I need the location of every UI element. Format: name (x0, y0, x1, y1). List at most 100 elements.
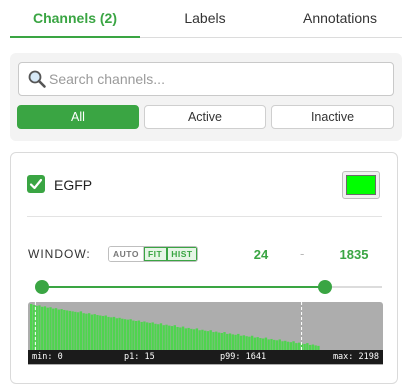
histogram-bar (195, 328, 199, 350)
histogram-bar (206, 331, 210, 350)
histogram-bar (140, 321, 143, 350)
histogram-bar (65, 310, 69, 350)
histogram-bar (60, 309, 63, 350)
histogram-bar (129, 319, 132, 350)
search-icon (27, 69, 47, 89)
histogram-bar (226, 333, 229, 350)
color-swatch (346, 175, 376, 195)
histogram-bar (306, 343, 309, 350)
histogram-bar (165, 324, 168, 350)
histogram-bar (170, 326, 174, 350)
histogram-bar (71, 311, 74, 350)
histogram-bar (68, 310, 72, 350)
filter-inactive-button[interactable]: Inactive (271, 105, 394, 129)
channel-visible-checkbox[interactable] (27, 175, 45, 193)
histogram-bar (112, 316, 116, 350)
hist-stat-min: min: 0 (32, 352, 63, 362)
histogram-bar (176, 327, 179, 350)
histogram-bar (278, 339, 281, 350)
histogram-bar (234, 334, 237, 350)
histogram-bar (159, 323, 163, 350)
tab-annotations[interactable]: Annotations (275, 0, 405, 38)
divider (27, 216, 382, 217)
histogram-bar (118, 317, 121, 350)
histogram-bar (46, 307, 49, 350)
histogram-bar (179, 327, 182, 350)
histogram-bar (134, 321, 138, 350)
histogram-bar (107, 316, 110, 350)
histogram-bar (220, 332, 223, 350)
channel-card: EGFP WINDOW: AUTO FIT HIST 24 - 1835 min… (10, 152, 398, 384)
filter-all-button[interactable]: All (17, 105, 139, 129)
histogram-bar (212, 332, 215, 350)
histogram-bar (137, 320, 141, 350)
histogram-bar (126, 319, 130, 350)
histogram-bar (239, 335, 243, 350)
window-slider-high-handle[interactable] (318, 280, 333, 294)
histogram-bar (267, 339, 270, 350)
histogram-bar (85, 313, 88, 350)
histogram-bar (253, 337, 257, 350)
histogram-bar (237, 333, 240, 350)
window-min-value[interactable]: 24 (236, 247, 286, 262)
histogram-bar (209, 330, 212, 350)
histogram-bar (181, 326, 185, 350)
histogram-bar (121, 318, 124, 350)
histogram-bar (143, 321, 146, 350)
channel-name: EGFP (54, 177, 93, 193)
mode-auto-button[interactable]: AUTO (109, 247, 144, 261)
histogram-bar (270, 338, 273, 350)
histogram-bar (63, 309, 66, 350)
histogram-bar (273, 339, 276, 350)
histogram-bar (96, 315, 99, 350)
histogram-bar (146, 322, 149, 350)
window-slider-low-handle[interactable] (34, 280, 49, 294)
hist-stat-max: max: 2198 (332, 352, 379, 362)
tab-channels[interactable]: Channels (2) (10, 0, 140, 38)
mode-hist-button[interactable]: HIST (167, 247, 197, 261)
search-input[interactable] (49, 63, 389, 95)
window-max-value[interactable]: 1835 (329, 247, 379, 262)
histogram-bar (250, 335, 254, 350)
histogram-bar (90, 314, 94, 350)
histogram-bar (41, 306, 44, 350)
histogram-bar (162, 325, 165, 350)
histogram-bar (49, 307, 52, 350)
window-slider-fill (41, 286, 326, 288)
histogram-bar (76, 312, 80, 350)
histogram-bar (101, 315, 105, 350)
histogram-bar (192, 329, 196, 350)
channel-color-picker[interactable] (342, 171, 380, 199)
hist-stat-p1: p1: 15 (124, 352, 155, 362)
histogram-bar (43, 306, 47, 350)
filter-active-button[interactable]: Active (144, 105, 266, 129)
histogram-bar (190, 328, 193, 350)
histogram-bar (295, 343, 298, 350)
histogram-bar (231, 334, 234, 350)
histogram-bar (275, 340, 279, 350)
histogram-bar (57, 309, 60, 350)
histogram-bar (204, 330, 207, 350)
histogram-bar (248, 336, 251, 350)
histogram-bar (79, 311, 83, 350)
histogram-bar (289, 342, 292, 350)
tab-labels[interactable]: Labels (155, 0, 255, 38)
histogram-bar (297, 342, 301, 350)
histogram-bar (168, 325, 171, 350)
histogram-bar (242, 335, 246, 350)
histogram-bar (110, 317, 113, 350)
histogram-bar (54, 308, 58, 350)
window-separator: - (300, 246, 305, 261)
hist-stat-p99: p99: 1641 (220, 352, 267, 362)
histogram-bar (123, 319, 127, 350)
histogram-bar (201, 329, 204, 350)
histogram-bar (259, 338, 262, 350)
histogram-bar (198, 330, 201, 350)
histogram-bar (115, 318, 118, 350)
histogram-bar (99, 315, 102, 350)
mode-fit-button[interactable]: FIT (143, 247, 168, 261)
histogram-bar (52, 308, 55, 350)
histogram-bar (148, 322, 152, 350)
tab-bar: Channels (2) Labels Annotations (10, 0, 402, 38)
search-box[interactable] (18, 62, 394, 96)
